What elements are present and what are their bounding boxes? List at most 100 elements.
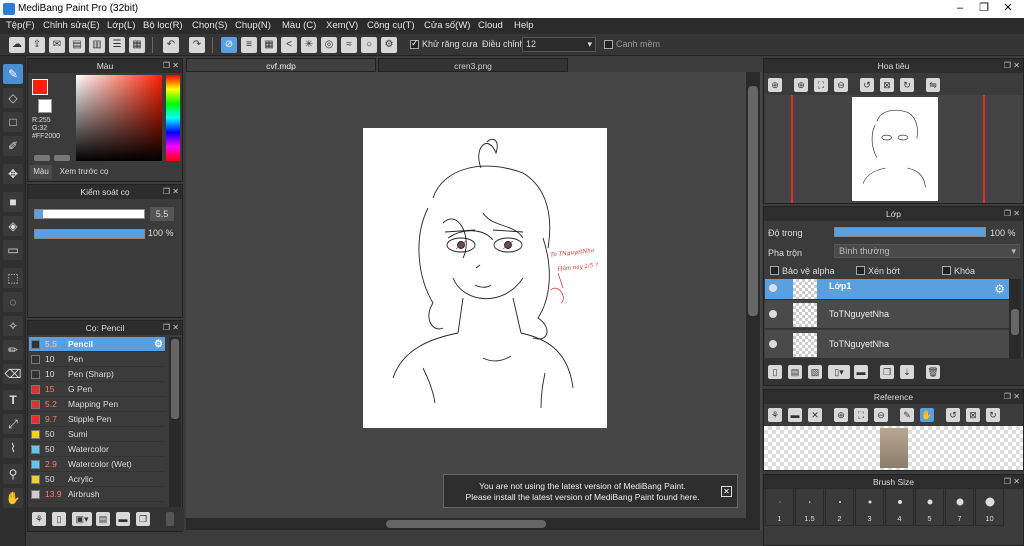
delete-layer-icon[interactable]: 🗑 [926,365,940,379]
layer-scrollbar[interactable] [1009,279,1021,359]
close-button[interactable]: ✕ [996,0,1020,18]
select-eraser-icon[interactable]: ⌫ [3,364,23,384]
panel-close-icon[interactable]: ❐ ✕ [1004,59,1020,73]
palette-right-button[interactable] [54,155,70,161]
select-pen-tool-icon[interactable]: ✏ [3,340,23,360]
visibility-eye-icon[interactable] [769,284,777,292]
new-layer-icon[interactable]: ▯ [768,365,782,379]
new-8bit-layer-icon[interactable]: ▧ [808,365,822,379]
saturation-value-picker[interactable] [76,75,162,161]
visibility-eye-icon[interactable] [769,340,777,348]
menu-file[interactable]: Tệp(F) [6,20,35,31]
panel-close-icon[interactable]: ❐ ✕ [163,321,179,335]
palette-left-button[interactable] [34,155,50,161]
reference-zoom-out-icon[interactable]: ⊖ [874,408,888,422]
curve-snap-icon[interactable]: ≈ [341,37,357,53]
select-pen-icon[interactable]: ✐ [3,136,23,156]
snap-settings-icon[interactable]: ⚙ [381,37,397,53]
brush-size-preset[interactable]: 5 [915,488,944,526]
brush-menu-icon[interactable]: ▣▾ [72,512,92,526]
shape-tool-icon[interactable]: ■ [3,192,23,212]
fit-icon[interactable]: ⛶ [814,78,828,92]
new-brush-icon[interactable]: ▯ [52,512,66,526]
snap-checkbox[interactable] [604,40,613,49]
layer-menu-icon[interactable]: ▯▾ [828,365,850,379]
snap-off-icon[interactable]: ⊘ [221,37,237,53]
layer-folder-icon[interactable]: ▬ [854,365,868,379]
rect-select-icon[interactable]: ⬚ [3,268,23,288]
brush-tool-icon[interactable]: ✎ [3,64,23,84]
layer-opacity-slider[interactable] [834,227,986,237]
brush-item[interactable]: 10 Pen [29,352,165,367]
reference-rotate-right-icon[interactable]: ↻ [986,408,1000,422]
comment-icon[interactable]: ✉ [49,37,65,53]
brush-folder-icon[interactable]: ▬ [116,512,130,526]
antialias-checkbox[interactable] [410,38,419,49]
panel-close-icon[interactable]: ❐ ✕ [1004,475,1020,489]
minimize-button[interactable]: – [948,0,972,18]
horizontal-scroll-thumb[interactable] [386,520,546,528]
layer-row-active[interactable]: Lớp1 ⚙ [765,279,1009,300]
maximize-button[interactable]: ❐ [972,0,996,18]
menu-help[interactable]: Help [514,20,534,31]
sub-color-swatch[interactable] [38,99,52,113]
layer-row[interactable]: ToTNguyetNha [765,330,1009,359]
brush-settings-gear-icon[interactable]: ⚙ [154,337,163,352]
rotate-left-icon[interactable]: ↺ [860,78,874,92]
rotate-right-icon[interactable]: ↻ [900,78,914,92]
main-color-swatch[interactable] [32,79,48,95]
tab-cvf[interactable]: cvf.mdp [186,58,376,72]
move-tool-icon[interactable]: ✥ [3,164,23,184]
brush-item[interactable]: 50 Watercolor [29,442,165,457]
eyedropper-icon[interactable]: ⚲ [3,464,23,484]
tab-brush-preview[interactable]: Xem trước cọ [54,165,114,179]
layer-settings-gear-icon[interactable]: ⚙ [994,282,1005,296]
brush-size-slider[interactable] [34,209,145,219]
panel-close-icon[interactable]: ❐ ✕ [1004,207,1020,221]
canvas-vertical-scrollbar[interactable] [746,72,760,518]
reference-rotate-left-icon[interactable]: ↺ [946,408,960,422]
duplicate-layer-icon[interactable]: ❐ [880,365,894,379]
undo-icon[interactable]: ↶ [163,37,179,53]
canvas-horizontal-scrollbar[interactable] [186,518,760,530]
reference-open-icon[interactable]: ▬ [788,408,802,422]
protect-alpha-checkbox[interactable] [770,266,779,275]
fill-tool-icon[interactable]: ◈ [3,216,23,236]
brush-item[interactable]: 10 Pen (Sharp) [29,367,165,382]
brush-copy-icon[interactable]: ❐ [136,512,150,526]
lasso-icon[interactable]: ◌ [3,292,23,312]
menu-filter[interactable]: Bộ lọc(R) [143,20,183,31]
flip-icon[interactable]: ⇋ [926,78,940,92]
list-icon[interactable]: ☰ [109,37,125,53]
share-icon[interactable]: ⇪ [29,37,45,53]
vanish-snap-icon[interactable]: < [281,37,297,53]
brush-item[interactable]: 50 Sumi [29,427,165,442]
brush-item[interactable]: 9.7 Stipple Pen [29,412,165,427]
reference-view[interactable] [764,426,1023,470]
menu-layer[interactable]: Lớp(L) [107,20,135,31]
brush-size-preset[interactable]: 7 [945,488,974,526]
tab-color[interactable]: Màu [30,165,52,179]
gradient-tool-icon[interactable]: ▭ [3,240,23,260]
notification-close-icon[interactable]: ✕ [721,486,732,497]
reference-zoom-in-icon[interactable]: ⊕ [834,408,848,422]
menu-tools[interactable]: Công cụ(T) [367,20,415,31]
magic-wand-icon[interactable]: ✧ [3,316,23,336]
blend-mode-select[interactable]: Bình thường ▾ [834,244,1020,258]
new-halftone-layer-icon[interactable]: ▤ [788,365,802,379]
brush-size-value[interactable]: 5.5 [150,207,174,221]
ellipse-snap-icon[interactable]: ○ [361,37,377,53]
brush-list-scrollbar[interactable] [169,337,181,507]
zoom-in-2-icon[interactable]: ⊕ [794,78,808,92]
hand-tool-icon[interactable]: ✋ [3,488,23,508]
operation-tool-icon[interactable]: ⤢ [3,414,23,434]
brush-size-preset[interactable]: 1 [765,488,794,526]
clip-checkbox[interactable] [856,266,865,275]
page-icon[interactable]: ▤ [69,37,85,53]
panel-close-icon[interactable]: ❐ ✕ [1004,390,1020,404]
cloud-icon[interactable]: ☁ [9,37,25,53]
reference-eyedropper-icon[interactable]: ✎ [900,408,914,422]
cross-snap-icon[interactable]: ▦ [261,37,277,53]
merge-layer-icon[interactable]: ⇣ [900,365,914,379]
dot-tool-icon[interactable]: □ [3,112,23,132]
